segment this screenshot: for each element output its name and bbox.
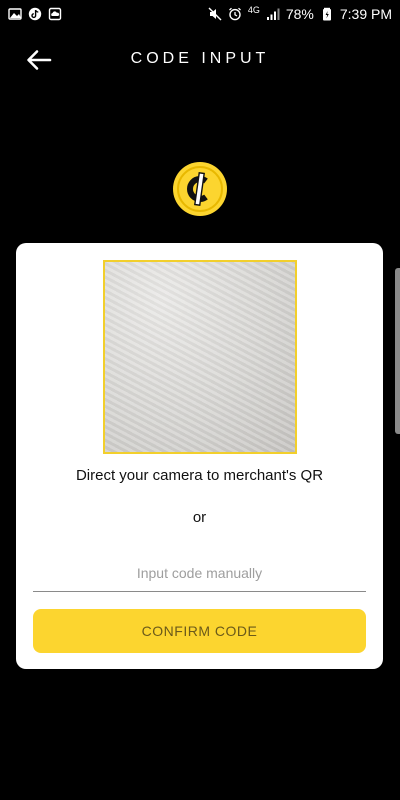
clock: 7:39 PM: [339, 6, 392, 22]
scroll-indicator: [395, 268, 400, 434]
status-bar: 4G 78% 7:39 PM: [0, 0, 400, 28]
cloud-icon: [48, 7, 62, 21]
battery-percent: 78%: [285, 6, 314, 22]
code-input-card: Direct your camera to merchant's QR or C…: [16, 243, 383, 669]
tiktok-icon: [28, 7, 42, 21]
gallery-icon: [8, 7, 22, 21]
app-bar: CODE INPUT: [0, 40, 400, 80]
coin-logo-icon: [173, 162, 227, 216]
battery-icon: [320, 7, 334, 21]
mute-icon: [208, 7, 222, 21]
page-title: CODE INPUT: [130, 50, 270, 67]
camera-instruction: Direct your camera to merchant's QR: [75, 467, 324, 484]
alarm-icon: [228, 7, 242, 21]
status-right-icons: 4G 78% 7:39 PM: [208, 4, 392, 22]
camera-viewfinder[interactable]: [103, 260, 297, 454]
or-separator: or: [192, 509, 207, 526]
code-input-field[interactable]: [33, 555, 366, 592]
network-label: 4G: [247, 4, 260, 15]
confirm-code-button[interactable]: CONFIRM CODE: [33, 609, 366, 653]
signal-icon: [266, 7, 280, 21]
status-left-icons: [8, 7, 62, 21]
